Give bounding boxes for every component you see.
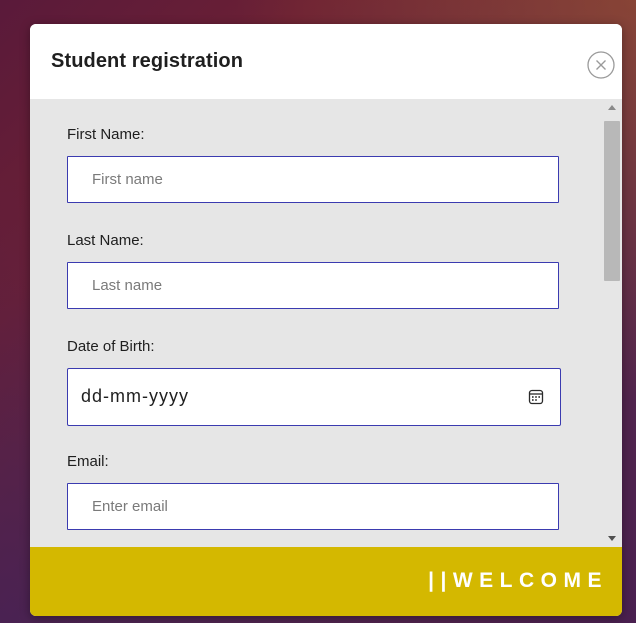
first-name-input[interactable]: First name <box>67 156 559 203</box>
last-name-input[interactable]: Last name <box>67 262 559 309</box>
email-input[interactable]: Enter email <box>67 483 559 530</box>
modal-header: Student registration <box>30 24 622 99</box>
scroll-down-arrow[interactable] <box>608 536 616 541</box>
last-name-placeholder: Last name <box>92 277 163 294</box>
dob-input[interactable]: dd-mm-yyyy <box>67 368 561 426</box>
scroll-up-arrow[interactable] <box>608 105 616 110</box>
dob-label: Date of Birth: <box>67 338 155 355</box>
vertical-scrollbar[interactable] <box>602 99 622 547</box>
first-name-placeholder: First name <box>92 171 163 188</box>
email-label: Email: <box>67 453 109 470</box>
welcome-text: ||WELCOME <box>428 569 608 592</box>
first-name-label: First Name: <box>67 126 145 143</box>
email-placeholder: Enter email <box>92 498 168 515</box>
calendar-icon[interactable] <box>528 389 544 405</box>
modal-title: Student registration <box>51 50 244 72</box>
registration-modal: Student registration First Name: First n… <box>30 24 622 616</box>
scroll-thumb[interactable] <box>604 121 620 281</box>
dob-value: dd-mm-yyyy <box>81 386 189 406</box>
modal-footer: ||WELCOME <box>30 547 622 616</box>
modal-body[interactable]: First Name: First name Last Name: Last n… <box>30 99 622 547</box>
close-button[interactable] <box>586 50 616 80</box>
close-circle-icon <box>587 51 615 79</box>
last-name-label: Last Name: <box>67 232 144 249</box>
